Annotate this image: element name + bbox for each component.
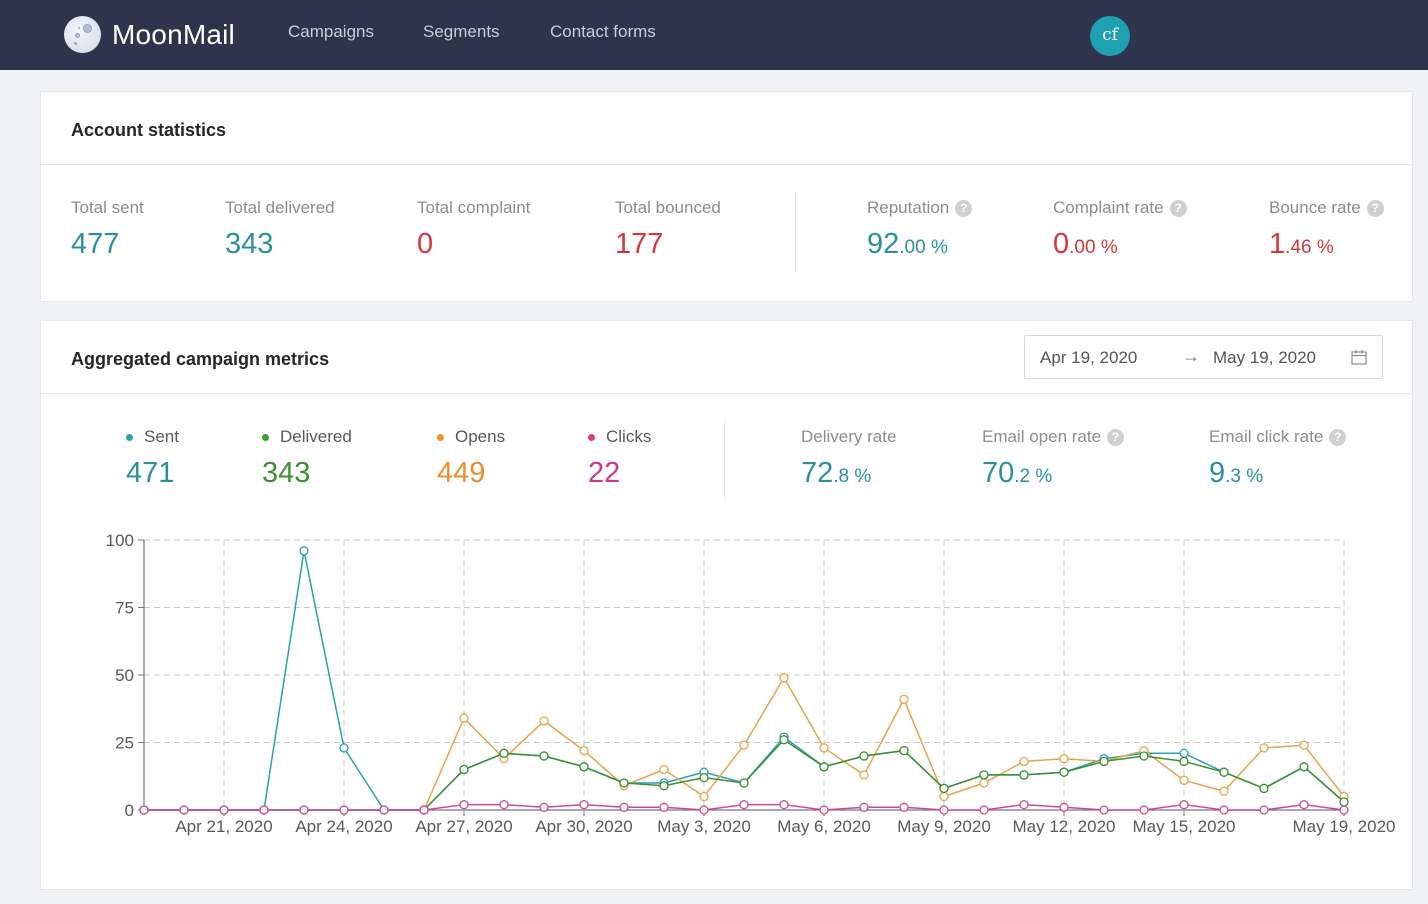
data-point-clicks [1139, 805, 1149, 815]
x-tick-label: May 15, 2020 [1132, 817, 1235, 836]
series-line-sent [144, 550, 1345, 811]
data-point-sent [1179, 748, 1189, 758]
data-point-delivered [579, 762, 589, 772]
data-point-delivered [1099, 756, 1109, 767]
data-point-delivered [499, 748, 509, 758]
data-point-opens [699, 791, 709, 802]
data-point-opens [659, 764, 669, 775]
data-point-opens [539, 716, 549, 726]
data-point-clicks [1099, 805, 1109, 815]
data-point-clicks [579, 799, 589, 810]
data-point-clicks [979, 805, 989, 815]
data-point-clicks [1179, 799, 1189, 810]
data-point-clicks [139, 805, 149, 815]
data-point-delivered [539, 751, 549, 761]
y-tick-label: 75 [115, 599, 134, 618]
y-tick-label: 0 [125, 801, 134, 820]
data-point-clicks [1299, 799, 1309, 810]
y-tick-label: 100 [106, 531, 134, 550]
data-point-delivered [459, 764, 469, 775]
data-point-opens [819, 743, 829, 753]
data-point-clicks [339, 805, 349, 815]
data-point-clicks [259, 805, 269, 815]
data-point-delivered [779, 735, 789, 745]
data-point-clicks [1259, 805, 1269, 815]
x-tick-label: May 3, 2020 [657, 817, 751, 836]
data-point-delivered [819, 762, 829, 772]
data-point-delivered [1219, 767, 1229, 777]
x-tick-label: Apr 24, 2020 [295, 817, 392, 836]
x-tick-label: Apr 21, 2020 [175, 817, 272, 836]
data-point-clicks [1019, 799, 1029, 810]
x-tick-label: Apr 27, 2020 [415, 817, 512, 836]
data-point-opens [1059, 754, 1069, 764]
x-tick-label: May 6, 2020 [777, 817, 871, 836]
data-point-clicks [899, 802, 909, 812]
data-point-clicks [1219, 805, 1229, 815]
data-point-opens [1219, 786, 1229, 796]
data-point-opens [1019, 756, 1029, 767]
data-point-delivered [1339, 797, 1349, 807]
data-point-delivered [739, 778, 749, 788]
x-tick-label: May 12, 2020 [1012, 817, 1115, 836]
x-tick-label: May 9, 2020 [897, 817, 991, 836]
data-point-delivered [1259, 783, 1269, 794]
data-point-opens [459, 713, 469, 723]
y-tick-label: 25 [115, 734, 134, 753]
data-point-clicks [419, 805, 429, 815]
data-point-clicks [739, 799, 749, 810]
data-point-opens [1179, 775, 1189, 785]
data-point-clicks [219, 805, 229, 815]
data-point-clicks [699, 805, 709, 815]
data-point-opens [1299, 740, 1309, 750]
data-point-opens [899, 694, 909, 704]
data-point-clicks [459, 799, 469, 810]
data-point-clicks [379, 805, 389, 815]
data-point-sent [299, 546, 309, 556]
data-point-delivered [1299, 762, 1309, 772]
data-point-clicks [299, 805, 309, 815]
data-point-opens [779, 673, 789, 683]
data-point-opens [579, 745, 589, 756]
data-point-delivered [1019, 770, 1029, 780]
data-point-delivered [619, 778, 629, 788]
y-tick-label: 50 [115, 666, 134, 685]
data-point-opens [979, 778, 989, 788]
data-point-clicks [939, 805, 949, 815]
data-point-clicks [819, 805, 829, 815]
data-point-opens [939, 791, 949, 802]
data-point-clicks [1339, 805, 1349, 815]
x-tick-label: Apr 30, 2020 [535, 817, 632, 836]
data-point-clicks [179, 805, 189, 815]
x-tick-label: May 19, 2020 [1292, 817, 1395, 836]
data-point-clicks [859, 802, 869, 812]
data-point-opens [739, 740, 749, 750]
series-line-delivered [144, 738, 1345, 811]
data-point-delivered [1139, 751, 1149, 761]
data-point-clicks [539, 802, 549, 812]
data-point-delivered [859, 751, 869, 761]
data-point-delivered [899, 745, 909, 756]
data-point-sent [339, 743, 349, 753]
data-point-delivered [699, 772, 709, 783]
data-point-delivered [939, 783, 949, 794]
data-point-clicks [619, 802, 629, 812]
data-point-delivered [1179, 756, 1189, 767]
data-point-opens [1259, 743, 1269, 753]
campaign-metrics-line-chart: 0 25 50 75 100 Apr 21, 2020 Apr 24, 2020 Apr 27… [106, 531, 1396, 836]
data-point-delivered [659, 781, 669, 791]
data-point-clicks [779, 799, 789, 810]
data-point-opens [859, 770, 869, 780]
data-point-clicks [499, 799, 509, 810]
data-point-clicks [659, 802, 669, 812]
data-point-delivered [979, 770, 989, 780]
data-point-clicks [1059, 802, 1069, 812]
data-point-delivered [1059, 767, 1069, 777]
